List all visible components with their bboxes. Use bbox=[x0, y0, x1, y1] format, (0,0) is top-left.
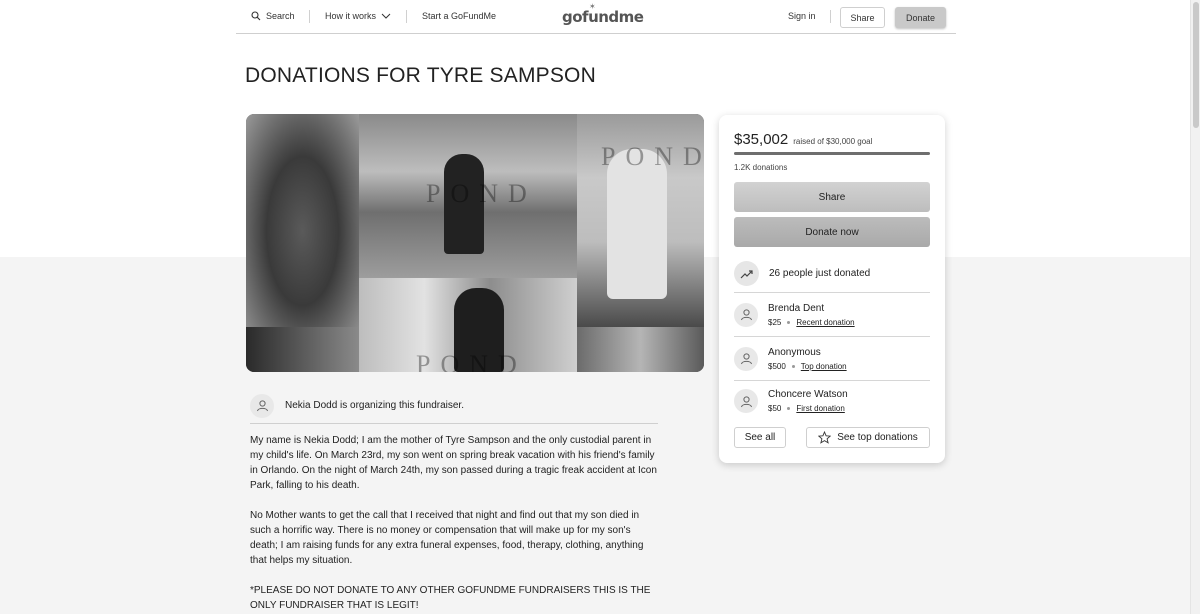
top-nav: Search How it works Start a GoFundMe ✶ g… bbox=[236, 0, 956, 34]
header-share-button[interactable]: Share bbox=[840, 7, 885, 28]
chevron-down-icon bbox=[381, 13, 391, 19]
user-icon bbox=[740, 353, 752, 365]
how-it-works-label: How it works bbox=[325, 11, 377, 21]
share-button[interactable]: Share bbox=[734, 182, 930, 212]
see-all-button[interactable]: See all bbox=[734, 427, 786, 448]
start-gofundme-label: Start a GoFundMe bbox=[422, 11, 497, 21]
raised-summary: $35,002 raised of $30,000 goal bbox=[734, 131, 872, 148]
user-icon bbox=[256, 400, 268, 412]
how-it-works-menu[interactable]: How it works bbox=[325, 11, 391, 21]
separator-dot bbox=[787, 320, 791, 324]
header-donate-button[interactable]: Donate bbox=[895, 7, 946, 28]
user-icon bbox=[740, 395, 752, 407]
logo-sprout-icon: ✶ bbox=[589, 2, 596, 11]
nav-divider bbox=[309, 10, 310, 23]
donor-avatar bbox=[734, 389, 758, 413]
donor-avatar bbox=[734, 346, 758, 371]
organizer-row: Nekia Dodd is organizing this fundraiser… bbox=[250, 388, 658, 424]
campaign-photo-collage[interactable]: POND POND POND bbox=[246, 114, 704, 372]
star-icon bbox=[818, 431, 832, 444]
donation-amount: $500 bbox=[768, 361, 786, 371]
separator-dot bbox=[787, 407, 791, 410]
separator-dot bbox=[791, 364, 795, 368]
donation-tag-link[interactable]: Top donation bbox=[801, 362, 847, 371]
see-top-donations-button[interactable]: See top donations bbox=[806, 427, 930, 448]
user-icon bbox=[740, 309, 752, 321]
donor-name: Anonymous bbox=[768, 346, 821, 358]
story-paragraph: *PLEASE DO NOT DONATE TO ANY OTHER GOFUN… bbox=[250, 585, 651, 611]
watermark-text: POND bbox=[426, 179, 537, 208]
organizer-avatar bbox=[250, 393, 274, 418]
donation-tag-link[interactable]: First donation bbox=[796, 404, 844, 413]
sign-in-link[interactable]: Sign in bbox=[788, 11, 816, 21]
donation-amount: $50 bbox=[768, 404, 782, 413]
donation-list-item: Anonymous $500 Top donation bbox=[734, 337, 930, 381]
sign-in-label: Sign in bbox=[788, 11, 816, 21]
donor-avatar bbox=[734, 302, 758, 327]
see-top-donations-label: See top donations bbox=[837, 432, 918, 443]
raised-goal: raised of $30,000 goal bbox=[793, 137, 873, 146]
photo-bottom-left bbox=[246, 327, 359, 372]
story-paragraph: My name is Nekia Dodd; I am the mother o… bbox=[250, 435, 657, 491]
donate-now-button[interactable]: Donate now bbox=[734, 217, 930, 247]
nav-divider bbox=[406, 10, 407, 23]
logo-text: gofundme bbox=[562, 8, 644, 26]
campaign-story: My name is Nekia Dodd; I am the mother o… bbox=[250, 433, 660, 614]
recent-activity-text: 26 people just donated bbox=[769, 268, 871, 279]
page-scrollbar[interactable] bbox=[1190, 0, 1200, 614]
donation-card: $35,002 raised of $30,000 goal 1.2K dona… bbox=[719, 115, 945, 463]
donation-list-item: Brenda Dent $25 Recent donation bbox=[734, 293, 930, 337]
photo-bottom-right bbox=[577, 327, 704, 372]
scrollbar-thumb[interactable] bbox=[1193, 2, 1199, 128]
watermark-text: POND bbox=[416, 350, 527, 372]
donation-count: 1.2K donations bbox=[734, 163, 788, 172]
gofundme-logo[interactable]: ✶ gofundme bbox=[562, 2, 644, 26]
donation-list-item: Choncere Watson $50 First donation bbox=[734, 381, 930, 421]
photo-woman-portrait bbox=[246, 114, 359, 327]
donor-name: Choncere Watson bbox=[768, 389, 848, 400]
search-label: Search bbox=[266, 11, 295, 21]
start-gofundme-link[interactable]: Start a GoFundMe bbox=[422, 11, 496, 21]
nav-divider bbox=[830, 10, 831, 23]
raised-amount: $35,002 bbox=[734, 131, 789, 148]
donation-tag-link[interactable]: Recent donation bbox=[796, 318, 854, 327]
trending-up-icon bbox=[734, 261, 759, 286]
donor-name: Brenda Dent bbox=[768, 302, 825, 314]
search-link[interactable]: Search bbox=[251, 11, 295, 21]
progress-fill bbox=[734, 152, 930, 155]
progress-bar bbox=[734, 152, 930, 155]
campaign-title: DONATIONS FOR TYRE SAMPSON bbox=[245, 64, 596, 87]
donation-amount: $25 bbox=[768, 317, 782, 327]
story-paragraph: No Mother wants to get the call that I r… bbox=[250, 510, 644, 566]
organizer-text: Nekia Dodd is organizing this fundraiser… bbox=[285, 400, 464, 411]
watermark-text: POND bbox=[601, 142, 704, 171]
recent-activity-row: 26 people just donated bbox=[734, 255, 930, 293]
search-icon bbox=[251, 11, 261, 21]
